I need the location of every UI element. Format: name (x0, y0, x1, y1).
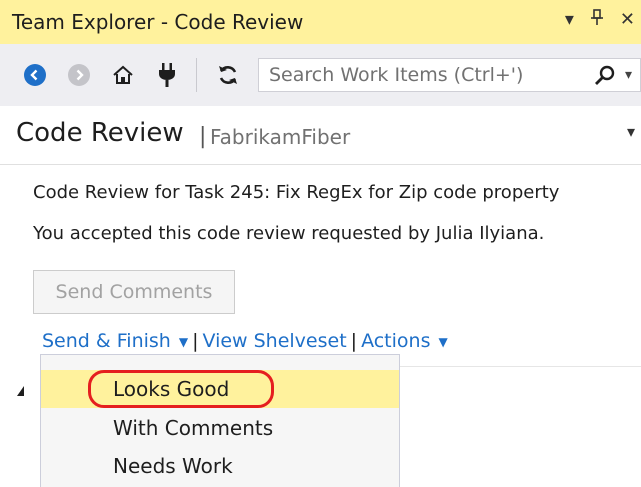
send-comments-button[interactable]: Send Comments (33, 270, 235, 314)
view-shelveset-link[interactable]: View Shelveset (202, 330, 346, 352)
window-title: Team Explorer - Code Review (12, 10, 304, 34)
search-box: ▾ (258, 58, 641, 92)
actions-link[interactable]: Actions (361, 330, 430, 352)
search-dropdown-icon[interactable]: ▾ (625, 67, 632, 83)
action-links: Send & Finish ▼ | View Shelveset | Actio… (42, 327, 448, 355)
pin-icon[interactable] (590, 8, 604, 31)
link-separator: | (192, 330, 199, 352)
dropdown-icon[interactable]: ▾ (565, 9, 574, 30)
title-separator: | (199, 124, 207, 149)
page-title[interactable]: Code Review (16, 118, 184, 148)
back-icon[interactable] (22, 62, 48, 88)
review-description: Code Review for Task 245: Fix RegEx for … (33, 182, 560, 203)
search-icon[interactable] (593, 64, 617, 88)
window-controls: ▾ ✕ (565, 8, 635, 31)
send-finish-caret-icon[interactable]: ▼ (179, 335, 188, 349)
close-icon[interactable]: ✕ (620, 9, 635, 30)
title-bar: Team Explorer - Code Review ▾ ✕ (0, 0, 641, 44)
menu-item-with-comments[interactable]: With Comments (41, 409, 399, 447)
forward-icon[interactable] (66, 62, 92, 88)
divider (0, 164, 641, 165)
expander-icon[interactable] (17, 386, 24, 396)
menu-item-label: Needs Work (113, 454, 233, 478)
menu-item-needs-work[interactable]: Needs Work (41, 447, 399, 485)
review-status: You accepted this code review requested … (33, 223, 545, 244)
menu-item-looks-good[interactable]: Looks Good (41, 370, 399, 408)
send-finish-menu: Looks Good With Comments Needs Work (40, 354, 400, 487)
search-input[interactable] (259, 59, 579, 91)
toolbar-separator (196, 58, 197, 92)
toolbar: ▾ (0, 44, 641, 106)
chevron-down-icon[interactable]: ▾ (627, 122, 635, 141)
menu-item-label: With Comments (113, 416, 274, 440)
refresh-icon[interactable] (215, 62, 241, 88)
project-name: FabrikamFiber (210, 125, 351, 149)
actions-caret-icon[interactable]: ▼ (438, 335, 447, 349)
connect-icon[interactable] (154, 62, 180, 88)
home-icon[interactable] (110, 62, 136, 88)
link-separator: | (350, 330, 358, 352)
tree-divider (400, 366, 641, 367)
send-finish-link[interactable]: Send & Finish (42, 330, 171, 352)
menu-item-label: Looks Good (113, 377, 230, 401)
section-header: Code Review | FabrikamFiber ▾ (0, 106, 641, 164)
